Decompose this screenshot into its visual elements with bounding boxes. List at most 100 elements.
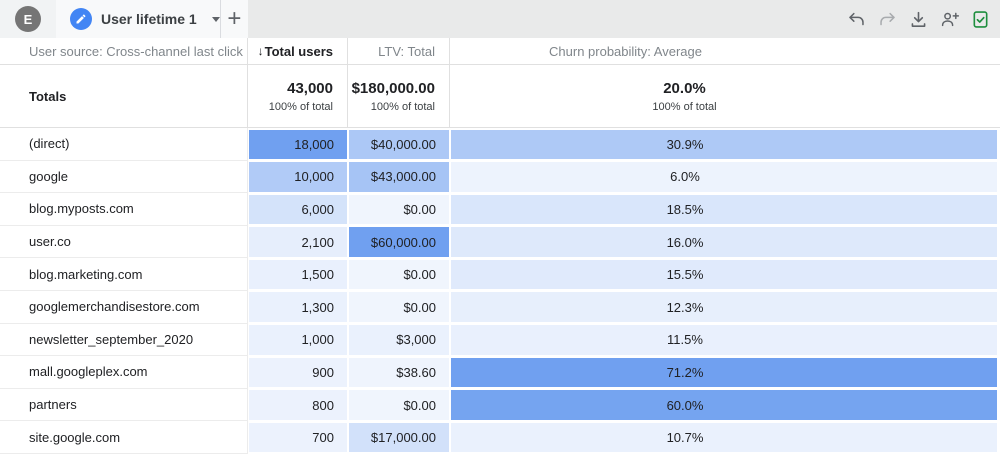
row-source-label[interactable]: user.co xyxy=(0,226,248,259)
total-users-cell[interactable]: 1,300 xyxy=(248,291,348,324)
avatar-zone: E xyxy=(0,0,56,38)
ltv-cell[interactable]: $0.00 xyxy=(348,389,450,422)
table-row: googlemerchandisestore.com1,300$0.0012.3… xyxy=(0,291,1000,324)
table-row: blog.marketing.com1,500$0.0015.5% xyxy=(0,258,1000,291)
churn-cell[interactable]: 6.0% xyxy=(450,161,997,194)
total-users-cell[interactable]: 1,500 xyxy=(248,258,348,291)
heatmap-value: 16.0% xyxy=(451,227,997,257)
row-source-label[interactable]: (direct) xyxy=(0,128,248,161)
column-header-total-users[interactable]: ↓ Total users xyxy=(248,38,348,64)
totals-users-value: 43,000 xyxy=(287,80,333,97)
total-users-cell[interactable]: 6,000 xyxy=(248,193,348,226)
totals-ltv-value: $180,000.00 xyxy=(352,80,435,97)
edit-pencil-icon[interactable] xyxy=(70,8,92,30)
row-source-label[interactable]: partners xyxy=(0,389,248,422)
totals-ltv-cell: $180,000.00 100% of total xyxy=(348,65,450,127)
saved-status-icon[interactable] xyxy=(965,0,996,38)
column-header-ltv[interactable]: LTV: Total xyxy=(348,38,450,64)
row-source-label[interactable]: googlemerchandisestore.com xyxy=(0,291,248,324)
table-row: partners800$0.0060.0% xyxy=(0,389,1000,422)
total-users-cell[interactable]: 18,000 xyxy=(248,128,348,161)
heatmap-value: $38.60 xyxy=(349,358,449,388)
ltv-cell[interactable]: $17,000.00 xyxy=(348,421,450,454)
churn-cell[interactable]: 12.3% xyxy=(450,291,997,324)
heatmap-value: $0.00 xyxy=(349,390,449,420)
undo-icon[interactable] xyxy=(841,0,872,38)
tab-title: User lifetime 1 xyxy=(101,11,197,27)
heatmap-value: 12.3% xyxy=(451,292,997,322)
heatmap-value: 2,100 xyxy=(249,227,347,257)
heatmap-value: 30.9% xyxy=(451,130,997,160)
ltv-cell[interactable]: $3,000 xyxy=(348,324,450,357)
sort-descending-icon: ↓ xyxy=(258,44,264,58)
total-users-cell[interactable]: 2,100 xyxy=(248,226,348,259)
totals-row: Totals 43,000 100% of total $180,000.00 … xyxy=(0,65,1000,128)
table-body: (direct)18,000$40,000.0030.9%google10,00… xyxy=(0,128,1000,454)
totals-users-cell: 43,000 100% of total xyxy=(248,65,348,127)
share-icon[interactable] xyxy=(934,0,965,38)
row-source-label[interactable]: mall.googleplex.com xyxy=(0,356,248,389)
row-source-label[interactable]: blog.myposts.com xyxy=(0,193,248,226)
heatmap-value: $3,000 xyxy=(349,325,449,355)
heatmap-value: 18,000 xyxy=(249,130,347,160)
ltv-cell[interactable]: $0.00 xyxy=(348,193,450,226)
heatmap-value: 6.0% xyxy=(451,162,997,192)
ltv-cell[interactable]: $60,000.00 xyxy=(348,226,450,259)
heatmap-value: $0.00 xyxy=(349,195,449,225)
churn-cell[interactable]: 18.5% xyxy=(450,193,997,226)
heatmap-value: $40,000.00 xyxy=(349,130,449,160)
heatmap-value: 11.5% xyxy=(451,325,997,355)
toolbar: E User lifetime 1 + xyxy=(0,0,1000,38)
tab-strip: User lifetime 1 + xyxy=(56,0,248,38)
heatmap-value: 700 xyxy=(249,423,347,453)
total-users-cell[interactable]: 700 xyxy=(248,421,348,454)
churn-cell[interactable]: 15.5% xyxy=(450,258,997,291)
heatmap-value: 60.0% xyxy=(451,390,997,420)
totals-churn-cell: 20.0% 100% of total xyxy=(450,65,997,127)
avatar[interactable]: E xyxy=(15,6,41,32)
download-icon[interactable] xyxy=(903,0,934,38)
totals-users-sub: 100% of total xyxy=(269,101,333,113)
heatmap-value: $0.00 xyxy=(349,292,449,322)
ltv-cell[interactable]: $40,000.00 xyxy=(348,128,450,161)
table-row: newsletter_september_20201,000$3,00011.5… xyxy=(0,324,1000,357)
churn-cell[interactable]: 30.9% xyxy=(450,128,997,161)
churn-cell[interactable]: 16.0% xyxy=(450,226,997,259)
total-users-cell[interactable]: 800 xyxy=(248,389,348,422)
column-header-user-source[interactable]: User source: Cross-channel last click xyxy=(0,38,248,64)
heatmap-value: 6,000 xyxy=(249,195,347,225)
row-source-label[interactable]: newsletter_september_2020 xyxy=(0,324,248,357)
ltv-cell[interactable]: $43,000.00 xyxy=(348,161,450,194)
column-header-churn[interactable]: Churn probability: Average xyxy=(450,38,997,64)
heatmap-value: 1,500 xyxy=(249,260,347,290)
heatmap-value: 15.5% xyxy=(451,260,997,290)
churn-cell[interactable]: 71.2% xyxy=(450,356,997,389)
total-users-cell[interactable]: 900 xyxy=(248,356,348,389)
table-row: user.co2,100$60,000.0016.0% xyxy=(0,226,1000,259)
ltv-cell[interactable]: $38.60 xyxy=(348,356,450,389)
heatmap-value: 1,000 xyxy=(249,325,347,355)
churn-cell[interactable]: 11.5% xyxy=(450,324,997,357)
row-source-label[interactable]: site.google.com xyxy=(0,421,248,454)
churn-cell[interactable]: 10.7% xyxy=(450,421,997,454)
redo-icon[interactable] xyxy=(872,0,903,38)
total-users-cell[interactable]: 1,000 xyxy=(248,324,348,357)
heatmap-value: 71.2% xyxy=(451,358,997,388)
heatmap-value: 10.7% xyxy=(451,423,997,453)
table-row: blog.myposts.com6,000$0.0018.5% xyxy=(0,193,1000,226)
ltv-cell[interactable]: $0.00 xyxy=(348,258,450,291)
churn-cell[interactable]: 60.0% xyxy=(450,389,997,422)
table-row: mall.googleplex.com900$38.6071.2% xyxy=(0,356,1000,389)
heatmap-value: 800 xyxy=(249,390,347,420)
heatmap-value: 1,300 xyxy=(249,292,347,322)
chevron-down-icon[interactable] xyxy=(212,17,220,22)
total-users-cell[interactable]: 10,000 xyxy=(248,161,348,194)
tab-user-lifetime[interactable]: User lifetime 1 xyxy=(56,0,220,38)
row-source-label[interactable]: google xyxy=(0,161,248,194)
totals-churn-sub: 100% of total xyxy=(652,101,716,113)
add-tab-button[interactable]: + xyxy=(220,0,248,38)
table-header-row: User source: Cross-channel last click ↓ … xyxy=(0,38,1000,65)
table-row: (direct)18,000$40,000.0030.9% xyxy=(0,128,1000,161)
ltv-cell[interactable]: $0.00 xyxy=(348,291,450,324)
row-source-label[interactable]: blog.marketing.com xyxy=(0,258,248,291)
